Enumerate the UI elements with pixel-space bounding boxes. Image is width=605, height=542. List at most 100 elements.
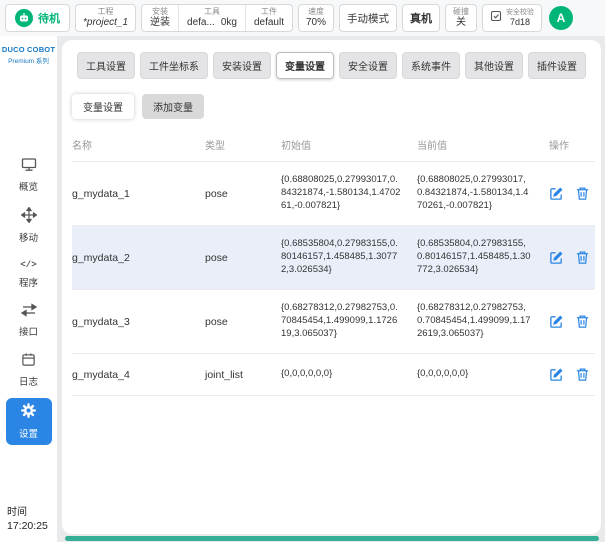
- manual-mode-button[interactable]: 手动模式: [339, 4, 398, 32]
- col-header-type: 类型: [205, 141, 225, 152]
- delete-variable-button[interactable]: [575, 314, 590, 329]
- sidebar-item-label: 设置: [18, 429, 38, 440]
- tab-install-settings[interactable]: 安装设置: [213, 52, 271, 79]
- variable-current-value: {0.68278312,0.27982753,0.70845454,1.4990…: [417, 302, 531, 339]
- tab-system-events[interactable]: 系统事件: [402, 52, 460, 79]
- tool-selector[interactable]: 工具 defa... 0kg: [178, 5, 245, 31]
- variable-type: pose: [205, 315, 228, 328]
- user-avatar[interactable]: A: [549, 6, 574, 30]
- system-time: 时间 17:20:25: [0, 503, 48, 532]
- table-row: g_mydata_3 pose {0.68278312,0.27982753,0…: [72, 290, 595, 354]
- variable-subtab-bar: 变量设置 添加变量: [62, 79, 601, 119]
- monitor-icon: [21, 157, 37, 177]
- gear-icon: [20, 402, 37, 424]
- tab-plugin-settings[interactable]: 插件设置: [528, 52, 586, 79]
- edit-variable-button[interactable]: [549, 250, 564, 265]
- sidebar-item-move[interactable]: 移动: [6, 203, 52, 249]
- robot-status[interactable]: 待机: [5, 4, 70, 32]
- variable-name: g_mydata_2: [72, 251, 130, 264]
- setup-group: 安装 逆装 工具 defa... 0kg 工件 default: [141, 4, 293, 32]
- real-machine-button[interactable]: 真机: [402, 4, 441, 32]
- workpiece-selector[interactable]: 工件 default: [244, 5, 292, 31]
- safety-value: 7d18: [510, 16, 531, 27]
- settings-tab-bar: 工具设置 工件坐标系 安装设置 变量设置 安全设置 系统事件 其他设置 插件设置: [62, 40, 601, 79]
- tab-workpiece-coords[interactable]: 工件坐标系: [140, 52, 208, 79]
- variable-initial-value: {0.68535804,0.27983155,0.80146157,1.4584…: [281, 238, 398, 275]
- move-arrows-icon: [19, 206, 38, 228]
- sidebar-item-label: 移动: [18, 233, 38, 244]
- workpiece-value: default: [253, 16, 284, 28]
- sidebar-item-settings[interactable]: 设置: [5, 398, 52, 445]
- table-row: g_mydata_1 pose {0.68808025,0.27993017,0…: [72, 162, 595, 226]
- tab-other-settings[interactable]: 其他设置: [465, 52, 523, 79]
- settings-panel: 工具设置 工件坐标系 安装设置 变量设置 安全设置 系统事件 其他设置 插件设置…: [62, 40, 601, 534]
- real-machine-label: 真机: [410, 13, 433, 25]
- delete-variable-button[interactable]: [575, 250, 590, 265]
- manual-mode-label: 手动模式: [347, 12, 390, 25]
- tab-variable-settings[interactable]: 变量设置: [276, 52, 334, 79]
- variable-initial-value: {0,0,0,0,0,0}: [281, 368, 333, 380]
- bottom-scrollbar[interactable]: [65, 536, 599, 541]
- speed-label: 速度: [308, 7, 324, 17]
- sidebar-item-program[interactable]: </> 程序: [6, 254, 52, 294]
- edit-variable-button[interactable]: [549, 314, 564, 329]
- tool-weight: 0kg: [220, 16, 237, 28]
- table-row: g_mydata_4 joint_list {0,0,0,0,0,0} {0,0…: [72, 354, 595, 396]
- safety-check-icon: [490, 9, 502, 27]
- robot-status-label: 待机: [38, 13, 60, 25]
- speed-selector[interactable]: 速度 70%: [298, 4, 335, 32]
- sidebar-item-overview[interactable]: 概览: [6, 153, 52, 198]
- swap-arrows-icon: [20, 303, 37, 322]
- app-window: 待机 工程 *project_1 安装 逆装 工具 defa... 0kg 工件…: [0, 0, 605, 542]
- tool-value: defa...: [187, 16, 215, 28]
- brand-subtitle: Premium 系列: [8, 58, 49, 65]
- delete-variable-button[interactable]: [575, 186, 590, 201]
- time-label: 时间: [7, 507, 27, 518]
- delete-variable-button[interactable]: [575, 367, 590, 382]
- brand-title: DUCO COBOT: [1, 45, 56, 54]
- brand-logo: DUCO COBOT Premium 系列: [2, 45, 55, 65]
- variable-initial-value: {0.68278312,0.27982753,0.70845454,1.4990…: [281, 302, 398, 339]
- project-label: 工程: [97, 7, 114, 17]
- robot-status-icon: [15, 9, 33, 27]
- variable-current-value: {0.68535804,0.27983155,0.80146157,1.4584…: [417, 238, 531, 275]
- variable-current-value: {0,0,0,0,0,0}: [417, 368, 469, 380]
- collision-value: 关: [456, 16, 467, 28]
- time-value: 17:20:25: [7, 520, 48, 532]
- variable-type: pose: [205, 251, 228, 264]
- edit-variable-button[interactable]: [549, 367, 564, 382]
- edit-variable-button[interactable]: [549, 186, 564, 201]
- variable-type: pose: [205, 187, 228, 200]
- code-icon: </>: [20, 260, 37, 270]
- sidebar: DUCO COBOT Premium 系列 概览 移动 </> 程序 接口 日志…: [0, 36, 57, 542]
- collision-toggle[interactable]: 碰撞 关: [445, 4, 478, 32]
- table-header-row: 名称 类型 初始值 当前值 操作: [72, 131, 595, 162]
- subtab-add-variable[interactable]: 添加变量: [142, 94, 204, 119]
- variable-name: g_mydata_3: [72, 315, 130, 328]
- calendar-icon: [21, 352, 36, 372]
- install-label: 安装: [152, 7, 169, 17]
- safety-check[interactable]: 安全校验 7d18: [482, 4, 543, 32]
- variables-table: 名称 类型 初始值 当前值 操作 g_mydata_1 pose {0.6880…: [72, 131, 595, 396]
- sidebar-nav: 概览 移动 </> 程序 接口 日志 设置: [5, 153, 52, 445]
- sidebar-item-interface[interactable]: 接口: [6, 299, 52, 343]
- install-selector[interactable]: 安装 逆装: [142, 5, 178, 31]
- variable-name: g_mydata_4: [72, 368, 130, 381]
- col-header-initial: 初始值: [281, 141, 311, 152]
- install-value: 逆装: [150, 16, 171, 28]
- variable-current-value: {0.68808025,0.27993017,0.84321874,-1.580…: [417, 174, 529, 211]
- top-status-bar: 待机 工程 *project_1 安装 逆装 工具 defa... 0kg 工件…: [0, 0, 605, 36]
- variable-name: g_mydata_1: [72, 187, 130, 200]
- subtab-variable-list[interactable]: 变量设置: [72, 94, 134, 119]
- sidebar-item-label: 接口: [18, 327, 38, 338]
- speed-value: 70%: [306, 16, 327, 28]
- col-header-name: 名称: [72, 141, 92, 152]
- sidebar-item-log[interactable]: 日志: [6, 348, 52, 393]
- project-selector[interactable]: 工程 *project_1: [75, 4, 137, 32]
- variable-initial-value: {0.68808025,0.27993017,0.84321874,-1.580…: [281, 174, 401, 211]
- tab-tool-settings[interactable]: 工具设置: [77, 52, 135, 79]
- variable-type: joint_list: [205, 368, 243, 381]
- workpiece-label: 工件: [260, 7, 277, 17]
- tab-safety-settings[interactable]: 安全设置: [339, 52, 397, 79]
- project-value: *project_1: [83, 16, 129, 28]
